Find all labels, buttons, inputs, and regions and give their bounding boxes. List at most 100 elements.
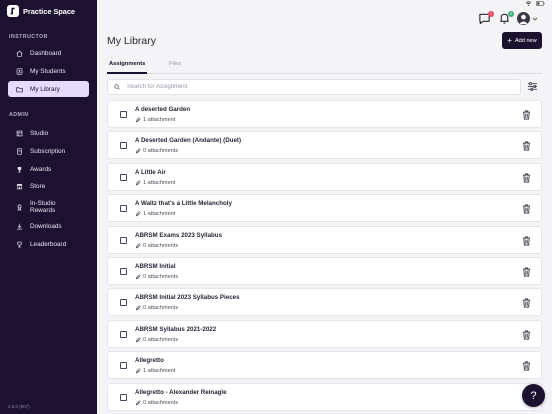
table-row[interactable]: A deserted Garden 1 attachment (107, 100, 542, 128)
paperclip-icon (135, 274, 141, 280)
row-checkbox[interactable] (120, 268, 127, 275)
tab-files[interactable]: Files (169, 61, 181, 67)
notifications-badge: 2 (508, 11, 514, 17)
row-checkbox[interactable] (120, 393, 127, 401)
messages-button[interactable]: 1 (478, 11, 494, 26)
studio-icon (16, 130, 23, 137)
store-icon (16, 183, 23, 190)
trophy-icon (16, 166, 23, 173)
row-checkbox[interactable] (120, 111, 127, 118)
table-row[interactable]: A Little Air 1 attachment (107, 162, 542, 191)
help-button[interactable]: ? (522, 384, 545, 407)
table-row[interactable]: ABRSM Initial 0 attachments (107, 257, 542, 285)
download-icon (16, 223, 23, 230)
row-checkbox[interactable] (120, 142, 127, 150)
row-checkbox[interactable] (120, 362, 127, 370)
notifications-button[interactable]: 2 (498, 11, 514, 26)
table-row[interactable]: Allegretto - Alexander Reinagle 0 attachm… (107, 382, 542, 411)
students-icon (16, 67, 23, 75)
trash-icon[interactable] (522, 236, 531, 246)
sidebar-item-subscription[interactable]: Subscription (8, 143, 89, 159)
avatar[interactable] (517, 12, 530, 25)
paperclip-icon (135, 305, 141, 311)
table-row[interactable]: A Waltz that's a Little Melancholy 1 atta… (107, 194, 542, 223)
attachment-info: 0 attachments (135, 243, 178, 249)
search-input[interactable] (127, 84, 507, 90)
sidebar-item-studio[interactable]: Studio (8, 125, 89, 141)
rewards-icon (16, 204, 23, 211)
tab-active-indicator (107, 72, 147, 74)
table-row[interactable]: Allegretto 1 attachment (107, 351, 542, 380)
tab-assignments[interactable]: Assignments (109, 61, 145, 67)
attachment-info: 1 attachment (135, 180, 175, 186)
assignment-title: A Deserted Garden (Andante) (Duet) (135, 137, 241, 145)
row-checkbox[interactable] (120, 173, 127, 181)
paperclip-icon (135, 148, 141, 154)
trash-icon[interactable] (522, 110, 531, 120)
table-row[interactable]: A Deserted Garden (Andante) (Duet) 0 atta… (107, 131, 542, 160)
messages-badge: 1 (488, 11, 494, 17)
sidebar-item-label: In-Studio Rewards (30, 200, 56, 214)
section-label-admin: ADMIN (9, 112, 29, 118)
trash-icon[interactable] (522, 330, 531, 340)
attachment-info: 0 attachments (135, 305, 178, 311)
sidebar: Practice Space INSTRUCTOR Dashboard My S… (0, 0, 97, 414)
sidebar-item-in-studio-rewards[interactable]: In-Studio Rewards (8, 197, 89, 217)
sidebar-item-label: Downloads (30, 222, 62, 230)
trash-icon[interactable] (522, 298, 531, 308)
sidebar-item-label: Store (30, 182, 46, 190)
leaderboard-icon (16, 241, 23, 248)
table-row[interactable]: ABRSM Initial 2023 Syllabus Pieces 0 atta… (107, 288, 542, 317)
paperclip-icon (135, 368, 141, 374)
add-new-label: Add new (514, 37, 537, 44)
assignment-title: ABRSM Initial (135, 263, 176, 270)
paperclip-icon (135, 337, 141, 343)
attachment-count: 1 attachment (143, 179, 176, 186)
attachment-count: 0 attachments (143, 399, 179, 406)
trash-icon[interactable] (522, 173, 531, 183)
sidebar-item-label: Awards (30, 165, 52, 173)
attachment-info: 0 attachments (135, 337, 178, 343)
sidebar-item-my-students[interactable]: My Students (8, 63, 89, 79)
brand[interactable]: Practice Space (7, 5, 75, 17)
subscription-icon (16, 147, 23, 155)
attachment-info: 1 attachment (135, 117, 175, 123)
attachment-count: 1 attachment (143, 117, 176, 123)
row-checkbox[interactable] (120, 236, 127, 244)
chevron-down-icon[interactable] (532, 16, 538, 22)
trash-icon[interactable] (522, 141, 531, 151)
assignment-title: Allegretto (135, 357, 164, 365)
filter-icon[interactable] (527, 81, 538, 92)
page-title: My Library (107, 35, 157, 47)
search-bar (107, 79, 521, 95)
sidebar-item-my-library[interactable]: My Library (8, 81, 89, 97)
table-row[interactable]: ABRSM Exams 2023 Syllabus 0 attachments (107, 225, 542, 254)
add-new-button[interactable]: + Add new (502, 32, 542, 49)
row-checkbox[interactable] (120, 299, 127, 307)
trash-icon[interactable] (522, 204, 531, 214)
row-checkbox[interactable] (120, 205, 127, 213)
sidebar-item-label: My Library (30, 85, 60, 93)
attachment-count: 0 attachments (143, 305, 179, 312)
assignment-title: ABRSM Exams 2023 Syllabus (135, 231, 223, 239)
paperclip-icon (135, 400, 141, 405)
house-icon (16, 50, 23, 57)
trash-icon[interactable] (522, 361, 531, 371)
sidebar-item-label: Subscription (30, 147, 66, 155)
sidebar-item-store[interactable]: Store (8, 178, 89, 194)
table-row[interactable]: ABRSM Syllabus 2021-2022 0 attachments (107, 319, 542, 348)
search-icon (114, 84, 120, 90)
trash-icon[interactable] (522, 267, 531, 277)
sidebar-item-dashboard[interactable]: Dashboard (8, 45, 89, 61)
sidebar-item-awards[interactable]: Awards (8, 161, 89, 177)
user-icon (519, 14, 528, 25)
assignment-title: ABRSM Syllabus 2021-2022 (135, 325, 217, 333)
sidebar-item-label: Studio (30, 129, 49, 137)
status-bar (525, 1, 546, 6)
brand-name: Practice Space (23, 6, 75, 16)
sidebar-item-leaderboard[interactable]: Leaderboard (8, 236, 89, 252)
attachment-info: 1 attachment (135, 368, 175, 374)
attachment-count: 1 attachment (143, 368, 176, 375)
sidebar-item-downloads[interactable]: Downloads (8, 218, 89, 234)
row-checkbox[interactable] (120, 330, 127, 338)
